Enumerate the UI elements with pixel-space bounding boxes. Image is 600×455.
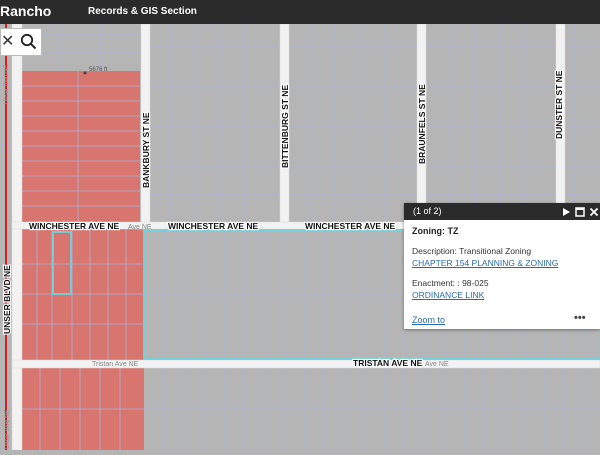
app-section-title: Records & GIS Section <box>88 6 197 17</box>
label-bankbury: BANKBURY ST NE <box>141 112 151 188</box>
search-button[interactable] <box>19 32 39 52</box>
enactment-value: Enactment: : 98-025 <box>412 278 489 288</box>
label-bittenburg: BITTENBURG ST NE <box>280 85 290 168</box>
label-winchester-3: WINCHESTER AVE NE <box>305 221 396 231</box>
search-icon <box>20 33 37 50</box>
more-options-button[interactable]: ••• <box>574 312 586 324</box>
next-feature-button[interactable] <box>560 205 572 217</box>
lot-marker <box>83 71 87 75</box>
maximize-button[interactable] <box>574 205 586 217</box>
label-braunfels: BRAUNFELS ST NE <box>417 84 427 164</box>
label-unser-grey-2: Unser Blvd NE <box>5 410 11 449</box>
label-tristan-grey-2: Ave NE <box>425 361 449 368</box>
label-winchester-2: WINCHESTER AVE NE <box>168 221 259 231</box>
popup-header: (1 of 2) <box>404 203 600 220</box>
label-dunster: DUNSTER ST NE <box>554 70 564 139</box>
close-popup-button[interactable] <box>588 205 600 217</box>
zoom-to-link[interactable]: Zoom to <box>412 315 445 325</box>
chapter-link[interactable]: CHAPTER 154 PLANNING & ZONING <box>412 258 558 268</box>
label-tristan: TRISTAN AVE NE <box>353 358 423 368</box>
popup-title: Zoning: TZ <box>412 226 459 236</box>
feature-popup: (1 of 2) Zoning: TZ Description: Transit… <box>404 203 600 329</box>
label-unser: UNSER BLVD NE <box>2 265 12 334</box>
ordinance-link[interactable]: ORDINANCE LINK <box>412 290 484 300</box>
close-icon <box>589 207 599 217</box>
app-brand: Rancho <box>0 3 52 19</box>
maximize-icon <box>575 207 585 217</box>
zoning-description: Description: Transitional Zoning <box>412 246 532 256</box>
lot-label: 5676 ft <box>89 67 108 73</box>
label-tristan-grey: Tristan Ave NE <box>92 361 139 368</box>
road-unser <box>11 23 23 451</box>
search-box[interactable]: ✕ <box>0 28 42 56</box>
zoning-area-north <box>22 71 140 225</box>
play-icon <box>563 208 570 216</box>
label-winchester-grey: Ave NE <box>128 224 152 231</box>
label-unser-grey: Unser Blvd NE <box>4 65 10 104</box>
zoning-area-middle <box>22 229 143 360</box>
app-header: Rancho Records & GIS Section <box>0 0 600 24</box>
close-icon[interactable]: ✕ <box>1 31 14 51</box>
label-winchester-1: WINCHESTER AVE NE <box>29 221 120 231</box>
popup-counter: (1 of 2) <box>413 206 442 216</box>
